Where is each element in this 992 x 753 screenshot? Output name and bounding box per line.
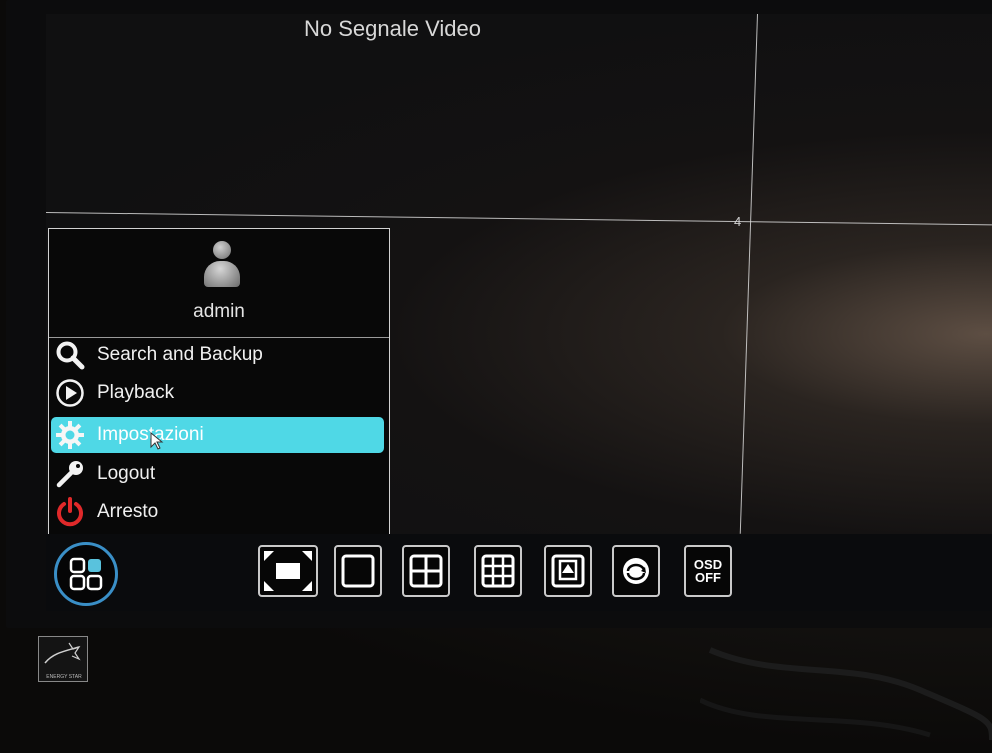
layout-1-button[interactable] [334, 545, 382, 597]
user-avatar-icon [204, 241, 240, 287]
grid-divider-vertical [739, 14, 758, 534]
play-circle-icon [53, 376, 87, 410]
layout-9-button[interactable] [474, 545, 522, 597]
layout-pip-button[interactable] [544, 545, 592, 597]
grid-divider-horizontal [46, 212, 992, 226]
menu-item-arresto[interactable]: Arresto [51, 494, 384, 530]
menu-item-label: Playback [97, 382, 175, 403]
menu-item-label: Arresto [97, 501, 159, 522]
layout-9-icon [481, 554, 515, 588]
osd-label: OSD OFF [693, 557, 723, 585]
mouse-cursor-icon [150, 432, 164, 450]
menu-item-label: Logout [97, 463, 156, 484]
layout-4-button[interactable] [402, 545, 450, 597]
energy-star-logo: ENERGY STAR [38, 636, 88, 682]
grid-menu-icon [69, 557, 103, 591]
bottom-toolbar: OSD OFF [46, 534, 992, 611]
power-icon [53, 495, 87, 529]
main-menu: admin Search and Backup Playback Imposta… [48, 228, 390, 535]
menu-item-logout[interactable]: Logout [51, 456, 384, 492]
fullscreen-icon [264, 551, 312, 591]
layout-1-icon [341, 554, 375, 588]
gear-icon [53, 418, 87, 452]
user-panel: admin [49, 229, 389, 338]
layout-4-icon [409, 554, 443, 588]
menu-item-search-and-backup[interactable]: Search and Backup [51, 337, 384, 373]
fullscreen-button[interactable] [258, 545, 318, 597]
menu-item-label: Search and Backup [97, 344, 263, 365]
menu-item-impostazioni[interactable]: Impostazioni [51, 417, 384, 453]
layout-pip-icon [551, 554, 585, 588]
sequence-button[interactable] [612, 545, 660, 597]
username: admin [193, 301, 245, 322]
main-menu-button[interactable] [54, 542, 118, 606]
power-cable [700, 647, 992, 741]
search-icon [53, 338, 87, 372]
menu-item-playback[interactable]: Playback [51, 375, 384, 411]
channel-title: No Segnale Video [304, 16, 481, 41]
key-icon [53, 457, 87, 491]
rotate-view-icon [623, 558, 649, 584]
osd-toggle-button[interactable]: OSD OFF [684, 545, 732, 597]
